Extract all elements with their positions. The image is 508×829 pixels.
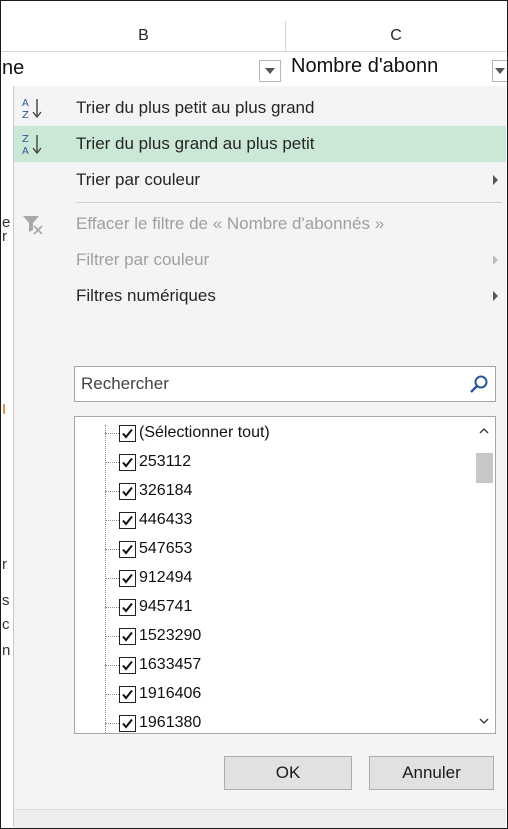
column-header-c[interactable]: C <box>286 21 506 52</box>
cell-b-header-text[interactable]: ne <box>2 57 24 80</box>
cancel-button[interactable]: Annuler <box>369 756 494 790</box>
svg-text:A: A <box>22 146 29 157</box>
tree-line <box>105 462 119 463</box>
list-item[interactable]: 1523290 <box>75 624 455 650</box>
sort-asc-icon: A Z <box>22 98 42 121</box>
tree-line <box>105 694 119 695</box>
list-item-label: 1961380 <box>139 714 202 731</box>
list-item-label: 945741 <box>139 598 193 615</box>
sheet-fragment: s <box>2 592 10 609</box>
list-item[interactable]: 446433 <box>75 508 455 534</box>
scrollbar-thumb[interactable] <box>476 453 493 483</box>
list-item-label: 547653 <box>139 540 193 557</box>
select-all-item[interactable]: (Sélectionner tout) <box>75 421 455 447</box>
svg-text:Z: Z <box>22 134 29 145</box>
autofilter-menu: A Z Trier du plus petit au plus grand Z … <box>14 86 506 828</box>
filter-values-list[interactable]: (Sélectionner tout) 253112 326184 446433 547… <box>74 416 496 734</box>
scroll-down-icon[interactable] <box>478 715 490 727</box>
checkbox-checked-icon[interactable] <box>119 512 136 529</box>
list-item-label: 253112 <box>139 453 192 470</box>
list-item-label: 326184 <box>139 482 193 499</box>
menu-item-clear-filter: Effacer le filtre de « Nombre d'abonnés … <box>14 206 506 242</box>
checkbox-checked-icon[interactable] <box>119 483 136 500</box>
list-item-label: (Sélectionner tout) <box>139 424 270 441</box>
list-item[interactable]: 945741 <box>75 595 455 621</box>
tree-line <box>105 607 119 608</box>
tree-line <box>105 549 119 550</box>
list-item[interactable]: 912494 <box>75 566 455 592</box>
tree-line <box>105 665 119 666</box>
menu-item-sort-by-color[interactable]: Trier par couleur <box>14 162 506 198</box>
menu-item-filter-by-color: Filtrer par couleur <box>14 242 506 278</box>
sheet-left-fragment: e r I r s c n <box>2 86 14 827</box>
tree-line <box>105 723 119 724</box>
menu-item-sort-ascending[interactable]: A Z Trier du plus petit au plus grand <box>14 90 506 126</box>
menu-item-label: Filtres numériques <box>76 286 216 305</box>
cell-c-header-text[interactable]: Nombre d'abonn <box>291 55 491 78</box>
filter-dropdown-button-c[interactable] <box>492 60 507 82</box>
tree-line <box>105 433 119 434</box>
svg-text:A: A <box>22 98 29 109</box>
list-item-label: 912494 <box>139 569 193 586</box>
checkbox-checked-icon[interactable] <box>119 570 136 587</box>
tree-line <box>105 520 119 521</box>
checkbox-checked-icon[interactable] <box>119 454 136 471</box>
column-header-b[interactable]: B <box>2 21 286 52</box>
list-item[interactable]: 326184 <box>75 479 455 505</box>
list-item[interactable]: 1961380 <box>75 711 455 733</box>
sort-desc-icon: Z A <box>22 134 42 157</box>
search-input[interactable] <box>81 374 451 394</box>
filter-dropdown-icon <box>495 68 505 74</box>
tree-line <box>105 636 119 637</box>
scroll-up-icon[interactable] <box>478 425 490 437</box>
submenu-arrow-icon <box>493 291 498 301</box>
menu-item-number-filters[interactable]: Filtres numériques <box>14 278 506 314</box>
menu-item-label: Trier par couleur <box>76 170 201 189</box>
menu-item-label: Trier du plus petit au plus grand <box>76 98 315 117</box>
submenu-arrow-icon <box>493 175 498 185</box>
menu-item-label: Trier du plus grand au plus petit <box>76 134 315 153</box>
filter-dropdown-button-b[interactable] <box>259 60 281 82</box>
checkbox-checked-icon[interactable] <box>119 657 136 674</box>
checkbox-checked-icon[interactable] <box>119 599 136 616</box>
svg-text:Z: Z <box>22 110 29 121</box>
resize-grip[interactable] <box>14 809 506 828</box>
checkbox-checked-icon[interactable] <box>119 686 136 703</box>
filter-dropdown-icon <box>265 68 275 74</box>
list-item[interactable]: 1916406 <box>75 682 455 708</box>
menu-item-sort-descending[interactable]: Z A Trier du plus grand au plus petit <box>14 126 506 162</box>
tree-line <box>105 491 119 492</box>
list-item-label: 1633457 <box>139 656 202 673</box>
submenu-arrow-icon <box>493 255 498 265</box>
ok-button[interactable]: OK <box>224 756 352 790</box>
search-icon[interactable] <box>469 374 489 394</box>
column-letter-b: B <box>138 27 149 44</box>
column-letter-c: C <box>390 27 402 44</box>
list-item[interactable]: 1633457 <box>75 653 455 679</box>
sheet-fragment: n <box>2 642 11 659</box>
tree-line <box>105 578 119 579</box>
menu-item-label: Effacer le filtre de « Nombre d'abonnés … <box>76 214 385 233</box>
sheet-fragment: r <box>2 556 7 573</box>
checkbox-checked-icon[interactable] <box>119 628 136 645</box>
search-box[interactable] <box>74 366 496 402</box>
sheet-fragment: I <box>2 401 7 418</box>
vertical-scrollbar[interactable] <box>473 417 495 733</box>
checkbox-checked-icon[interactable] <box>119 715 136 732</box>
list-item-label: 446433 <box>139 511 193 528</box>
sheet-fragment: r <box>2 228 7 245</box>
list-item[interactable]: 253112 <box>75 450 455 476</box>
list-item-label: 1523290 <box>139 627 202 644</box>
menu-separator <box>76 202 502 203</box>
checkbox-checked-icon[interactable] <box>119 425 136 442</box>
sheet-fragment: c <box>2 616 10 633</box>
checkbox-checked-icon[interactable] <box>119 541 136 558</box>
list-item-label: 1916406 <box>139 685 202 702</box>
list-item[interactable]: 547653 <box>75 537 455 563</box>
menu-item-label: Filtrer par couleur <box>76 250 210 269</box>
clear-filter-icon <box>23 216 43 235</box>
